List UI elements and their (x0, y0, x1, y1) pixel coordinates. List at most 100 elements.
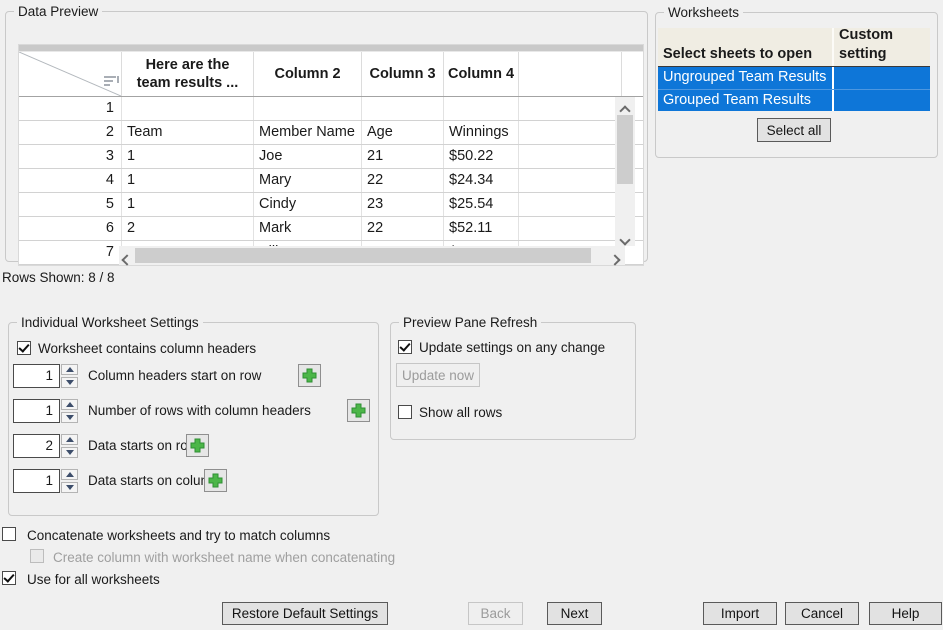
worksheet-row-grouped[interactable]: Grouped Team Results (658, 89, 930, 111)
cell: Mary (254, 169, 362, 192)
table-row[interactable]: 2 Team Member Name Age Winnings (19, 121, 643, 145)
cell: Cindy (254, 193, 362, 216)
next-button[interactable]: Next (547, 602, 602, 625)
column-headers-start-row-stepper (61, 364, 78, 388)
row-number: 7 (19, 241, 122, 264)
rows-with-headers-stepper (61, 399, 78, 423)
import-button[interactable]: Import (703, 602, 777, 625)
cell: 22 (362, 169, 444, 192)
data-starts-column-label: Data starts on column (88, 473, 219, 489)
data-preview-title: Data Preview (14, 3, 102, 20)
scroll-down-icon[interactable] (619, 234, 630, 245)
cancel-button[interactable]: Cancel (785, 602, 859, 625)
table-row[interactable]: 6 2 Mark 22 $52.11 (19, 217, 643, 241)
scroll-left-icon[interactable] (121, 254, 132, 265)
add-data-starts-column-button[interactable] (204, 469, 227, 492)
horizontal-scrollbar-thumb[interactable] (135, 248, 591, 263)
data-starts-column-input[interactable]: 1 (13, 469, 60, 493)
cell: Team (122, 121, 254, 144)
preview-rows: 1 2 Team Member Name Age Winnings (19, 97, 643, 265)
restore-default-settings-button[interactable]: Restore Default Settings (222, 602, 388, 625)
column-format-icon[interactable] (103, 74, 120, 89)
excel-import-wizard-dialog: Data Preview Here are the team results .… (0, 0, 943, 630)
spinner-up-icon[interactable] (61, 399, 78, 410)
cell (519, 193, 622, 216)
cell (254, 97, 362, 120)
plus-icon (190, 438, 205, 453)
show-all-rows-checkbox[interactable] (398, 405, 412, 419)
cell (519, 169, 622, 192)
vertical-scrollbar-thumb[interactable] (617, 115, 633, 184)
worksheet-name: Grouped Team Results (658, 90, 832, 111)
individual-worksheet-settings-title: Individual Worksheet Settings (17, 314, 203, 331)
cell (519, 97, 622, 120)
data-preview-group: Data Preview Here are the team results .… (5, 11, 648, 262)
cell: 1 (122, 145, 254, 168)
add-data-starts-row-button[interactable] (186, 434, 209, 457)
cell: 1 (122, 193, 254, 216)
table-row[interactable]: 1 (19, 97, 643, 121)
cell (519, 145, 622, 168)
column-headers-start-row-input[interactable]: 1 (13, 364, 60, 388)
cell: 1 (122, 169, 254, 192)
spinner-up-icon[interactable] (61, 364, 78, 375)
concatenate-worksheets-checkbox[interactable] (2, 527, 16, 541)
column-header-5[interactable] (519, 52, 622, 96)
column-header-4[interactable]: Column 4 (444, 52, 519, 96)
cell (444, 97, 519, 120)
vertical-scrollbar[interactable] (615, 97, 635, 246)
cell: 22 (362, 217, 444, 240)
row-number: 2 (19, 121, 122, 144)
spinner-down-icon[interactable] (61, 482, 78, 493)
rows-with-headers-input[interactable]: 1 (13, 399, 60, 423)
horizontal-scrollbar[interactable] (119, 246, 625, 265)
plus-icon (208, 473, 223, 488)
table-row[interactable]: 5 1 Cindy 23 $25.54 (19, 193, 643, 217)
data-starts-row-input[interactable]: 2 (13, 434, 60, 458)
plus-icon (302, 368, 317, 383)
row-number: 3 (19, 145, 122, 168)
update-on-change-checkbox[interactable] (398, 340, 412, 354)
data-starts-column-stepper (61, 469, 78, 493)
row-number: 5 (19, 193, 122, 216)
update-on-change-label: Update settings on any change (419, 340, 605, 356)
data-starts-row-stepper (61, 434, 78, 458)
column-header-1[interactable]: Here are the team results ... (122, 52, 254, 96)
column-header-3[interactable]: Column 3 (362, 52, 444, 96)
worksheet-row-ungrouped[interactable]: Ungrouped Team Results (658, 67, 930, 89)
rows-shown-status: Rows Shown: 8 / 8 (2, 270, 115, 286)
data-preview-table: Here are the team results ... Column 2 C… (18, 44, 644, 266)
worksheet-name: Ungrouped Team Results (658, 67, 832, 89)
corner-cell (19, 52, 122, 96)
select-all-button[interactable]: Select all (757, 118, 831, 142)
add-rows-with-headers-button[interactable] (347, 399, 370, 422)
worksheet-contains-headers-checkbox[interactable] (17, 341, 31, 355)
spinner-down-icon[interactable] (61, 447, 78, 458)
help-button[interactable]: Help (869, 602, 942, 625)
spinner-down-icon[interactable] (61, 412, 78, 423)
cell (122, 97, 254, 120)
header-filler (622, 52, 643, 96)
spinner-up-icon[interactable] (61, 434, 78, 445)
cell: 23 (362, 193, 444, 216)
column-resize-bar[interactable] (19, 45, 643, 52)
scroll-right-icon[interactable] (609, 254, 620, 265)
cell: $25.54 (444, 193, 519, 216)
column-header-2[interactable]: Column 2 (254, 52, 362, 96)
spinner-up-icon[interactable] (61, 469, 78, 480)
add-column-headers-start-row-button[interactable] (298, 364, 321, 387)
table-row[interactable]: 4 1 Mary 22 $24.34 (19, 169, 643, 193)
table-row[interactable]: 3 1 Joe 21 $50.22 (19, 145, 643, 169)
cell: 2 (122, 217, 254, 240)
custom-setting-cell (832, 90, 930, 111)
cell: Age (362, 121, 444, 144)
preview-header-row: Here are the team results ... Column 2 C… (19, 52, 643, 97)
plus-icon (351, 403, 366, 418)
spinner-down-icon[interactable] (61, 377, 78, 388)
use-for-all-worksheets-checkbox[interactable] (2, 571, 16, 585)
back-button: Back (468, 602, 523, 625)
use-for-all-worksheets-label: Use for all worksheets (27, 572, 160, 588)
cell (362, 97, 444, 120)
cell (519, 121, 622, 144)
data-starts-row-label: Data starts on row (88, 438, 198, 454)
